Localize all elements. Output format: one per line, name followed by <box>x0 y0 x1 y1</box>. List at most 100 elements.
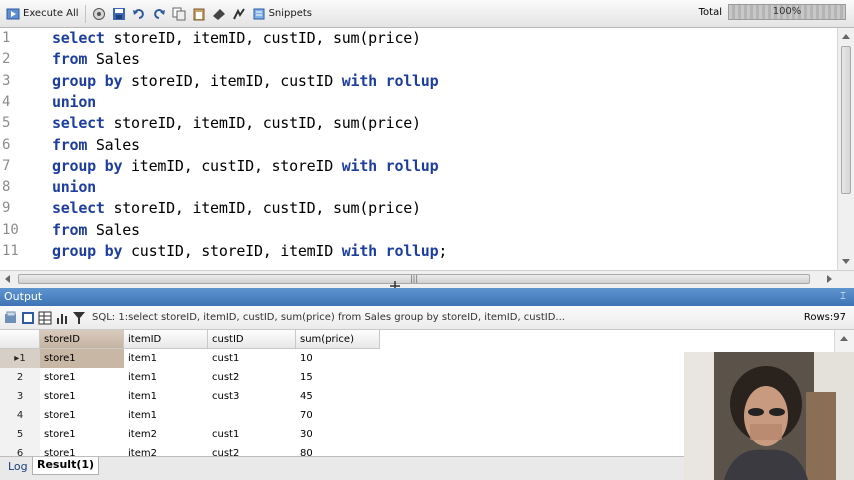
cell-custid[interactable]: cust2 <box>208 444 296 456</box>
code-line[interactable]: union <box>52 178 96 196</box>
snippets-button[interactable]: Snippets <box>249 3 315 25</box>
cell-custid[interactable]: cust1 <box>208 349 296 368</box>
format-button[interactable] <box>209 3 229 25</box>
grid-view-icon[interactable] <box>38 311 52 325</box>
presenter-webcam <box>684 352 854 480</box>
column-header-itemid[interactable]: itemID <box>124 330 208 349</box>
comment-button[interactable] <box>229 3 249 25</box>
cell-storeid[interactable]: store1 <box>40 387 124 406</box>
code-line[interactable]: select storeID, itemID, custID, sum(pric… <box>52 199 421 217</box>
cell-sum-price[interactable]: 45 <box>296 387 380 406</box>
cell-itemid[interactable]: item1 <box>124 349 208 368</box>
code-line[interactable]: group by itemID, custID, storeID with ro… <box>52 156 439 175</box>
redo-icon <box>153 8 165 19</box>
cell-sum-price[interactable]: 15 <box>296 368 380 387</box>
copy-button[interactable] <box>169 3 189 25</box>
sql-keyword: from <box>52 135 88 154</box>
cell-sum-price[interactable]: 80 <box>296 444 380 456</box>
scroll-right-icon[interactable] <box>827 275 832 283</box>
scroll-up-icon[interactable] <box>842 34 850 39</box>
code-line[interactable]: select storeID, itemID, custID, sum(pric… <box>52 29 421 47</box>
line-number: 5 <box>2 115 11 132</box>
row-number[interactable]: 3 <box>0 387 40 406</box>
main-toolbar: Execute All Snippets Total 100% <box>0 0 854 28</box>
output-title-text: Output <box>4 290 43 303</box>
tab-log[interactable]: Log <box>4 459 32 477</box>
cell-storeid[interactable]: store1 <box>40 406 124 425</box>
sql-keyword: group by <box>52 156 123 175</box>
grid-corner[interactable] <box>0 330 40 349</box>
line-number: 4 <box>2 93 11 110</box>
redo-button[interactable] <box>149 3 169 25</box>
code-line[interactable]: from Sales <box>52 221 140 239</box>
scroll-down-icon[interactable] <box>842 259 850 264</box>
row-number[interactable]: 5 <box>0 425 40 444</box>
cell-itemid[interactable]: item2 <box>124 444 208 456</box>
line-number: 9 <box>2 200 11 217</box>
sql-keyword: union <box>52 92 96 111</box>
grid-scroll-up-icon[interactable] <box>840 336 848 341</box>
output-panel-title: Output ⌶ <box>0 288 854 306</box>
save-icon <box>112 7 125 20</box>
execute-all-button[interactable]: Execute All <box>3 3 82 25</box>
cell-storeid[interactable]: store1 <box>40 349 124 368</box>
cell-custid[interactable]: cust2 <box>208 368 296 387</box>
sql-keyword: select <box>52 199 105 218</box>
cell-sum-price[interactable]: 70 <box>296 406 380 425</box>
sql-text: Sales <box>87 50 140 69</box>
code-line[interactable]: group by storeID, itemID, custID with ro… <box>52 71 439 90</box>
sql-keyword: with rollup <box>341 71 439 90</box>
execute-all-label: Execute All <box>23 8 79 19</box>
sql-keyword: union <box>52 178 96 197</box>
cell-itemid[interactable]: item1 <box>124 387 208 406</box>
cell-custid[interactable] <box>208 406 296 425</box>
code-line[interactable]: group by custID, storeID, itemID with ro… <box>52 242 447 260</box>
refresh-icon[interactable] <box>4 311 18 325</box>
editor-hscroll-thumb[interactable]: ||| <box>18 274 810 284</box>
cell-custid[interactable]: cust1 <box>208 425 296 444</box>
pin-icon[interactable]: ⌶ <box>840 288 846 306</box>
cell-itemid[interactable]: item1 <box>124 368 208 387</box>
chart-icon[interactable] <box>55 311 69 325</box>
code-line[interactable]: union <box>52 93 96 111</box>
editor-horizontal-scrollbar[interactable]: ||| <box>0 270 854 286</box>
save-button[interactable] <box>109 3 129 25</box>
sql-text: ; <box>438 242 448 260</box>
export-icon[interactable] <box>21 311 35 325</box>
row-number[interactable]: ▸1 <box>0 349 40 368</box>
cell-storeid[interactable]: store1 <box>40 425 124 444</box>
sql-text: storeID, itemID, custID, sum(price) <box>104 29 421 47</box>
format-icon <box>212 8 225 20</box>
paste-button[interactable] <box>189 3 209 25</box>
cell-storeid[interactable]: store1 <box>40 444 124 456</box>
line-number: 10 <box>2 221 19 238</box>
row-number[interactable]: 2 <box>0 368 40 387</box>
column-header-sum-price[interactable]: sum(price) <box>296 330 380 349</box>
sql-keyword: from <box>52 50 88 69</box>
filter-icon[interactable] <box>72 311 86 325</box>
scroll-left-icon[interactable] <box>5 275 10 283</box>
open-button[interactable] <box>89 3 109 25</box>
undo-button[interactable] <box>129 3 149 25</box>
cell-sum-price[interactable]: 10 <box>296 349 380 368</box>
cell-sum-price[interactable]: 30 <box>296 425 380 444</box>
column-header-custid[interactable]: custID <box>208 330 296 349</box>
sql-editor[interactable]: 1 2 3 4 5 6 7 8 9 10 11 select storeID, itemID, cu… <box>0 28 854 270</box>
code-line[interactable]: from Sales <box>52 136 140 154</box>
row-number[interactable]: 4 <box>0 406 40 425</box>
editor-scroll-thumb[interactable] <box>841 46 851 194</box>
row-number[interactable]: 6 <box>0 444 40 456</box>
line-number: 2 <box>2 51 11 68</box>
cell-storeid[interactable]: store1 <box>40 368 124 387</box>
sql-keyword: group by <box>52 71 123 90</box>
code-line[interactable]: select storeID, itemID, custID, sum(pric… <box>52 114 421 132</box>
cell-custid[interactable]: cust3 <box>208 387 296 406</box>
total-progress-text: 100% <box>772 6 802 17</box>
editor-vertical-scrollbar[interactable] <box>837 28 854 270</box>
code-line[interactable]: from Sales <box>52 50 140 68</box>
cell-itemid[interactable]: item1 <box>124 406 208 425</box>
paste-icon <box>193 8 205 20</box>
cell-itemid[interactable]: item2 <box>124 425 208 444</box>
tab-result[interactable]: Result(1) <box>32 457 100 475</box>
column-header-storeid[interactable]: storeID <box>40 330 124 349</box>
